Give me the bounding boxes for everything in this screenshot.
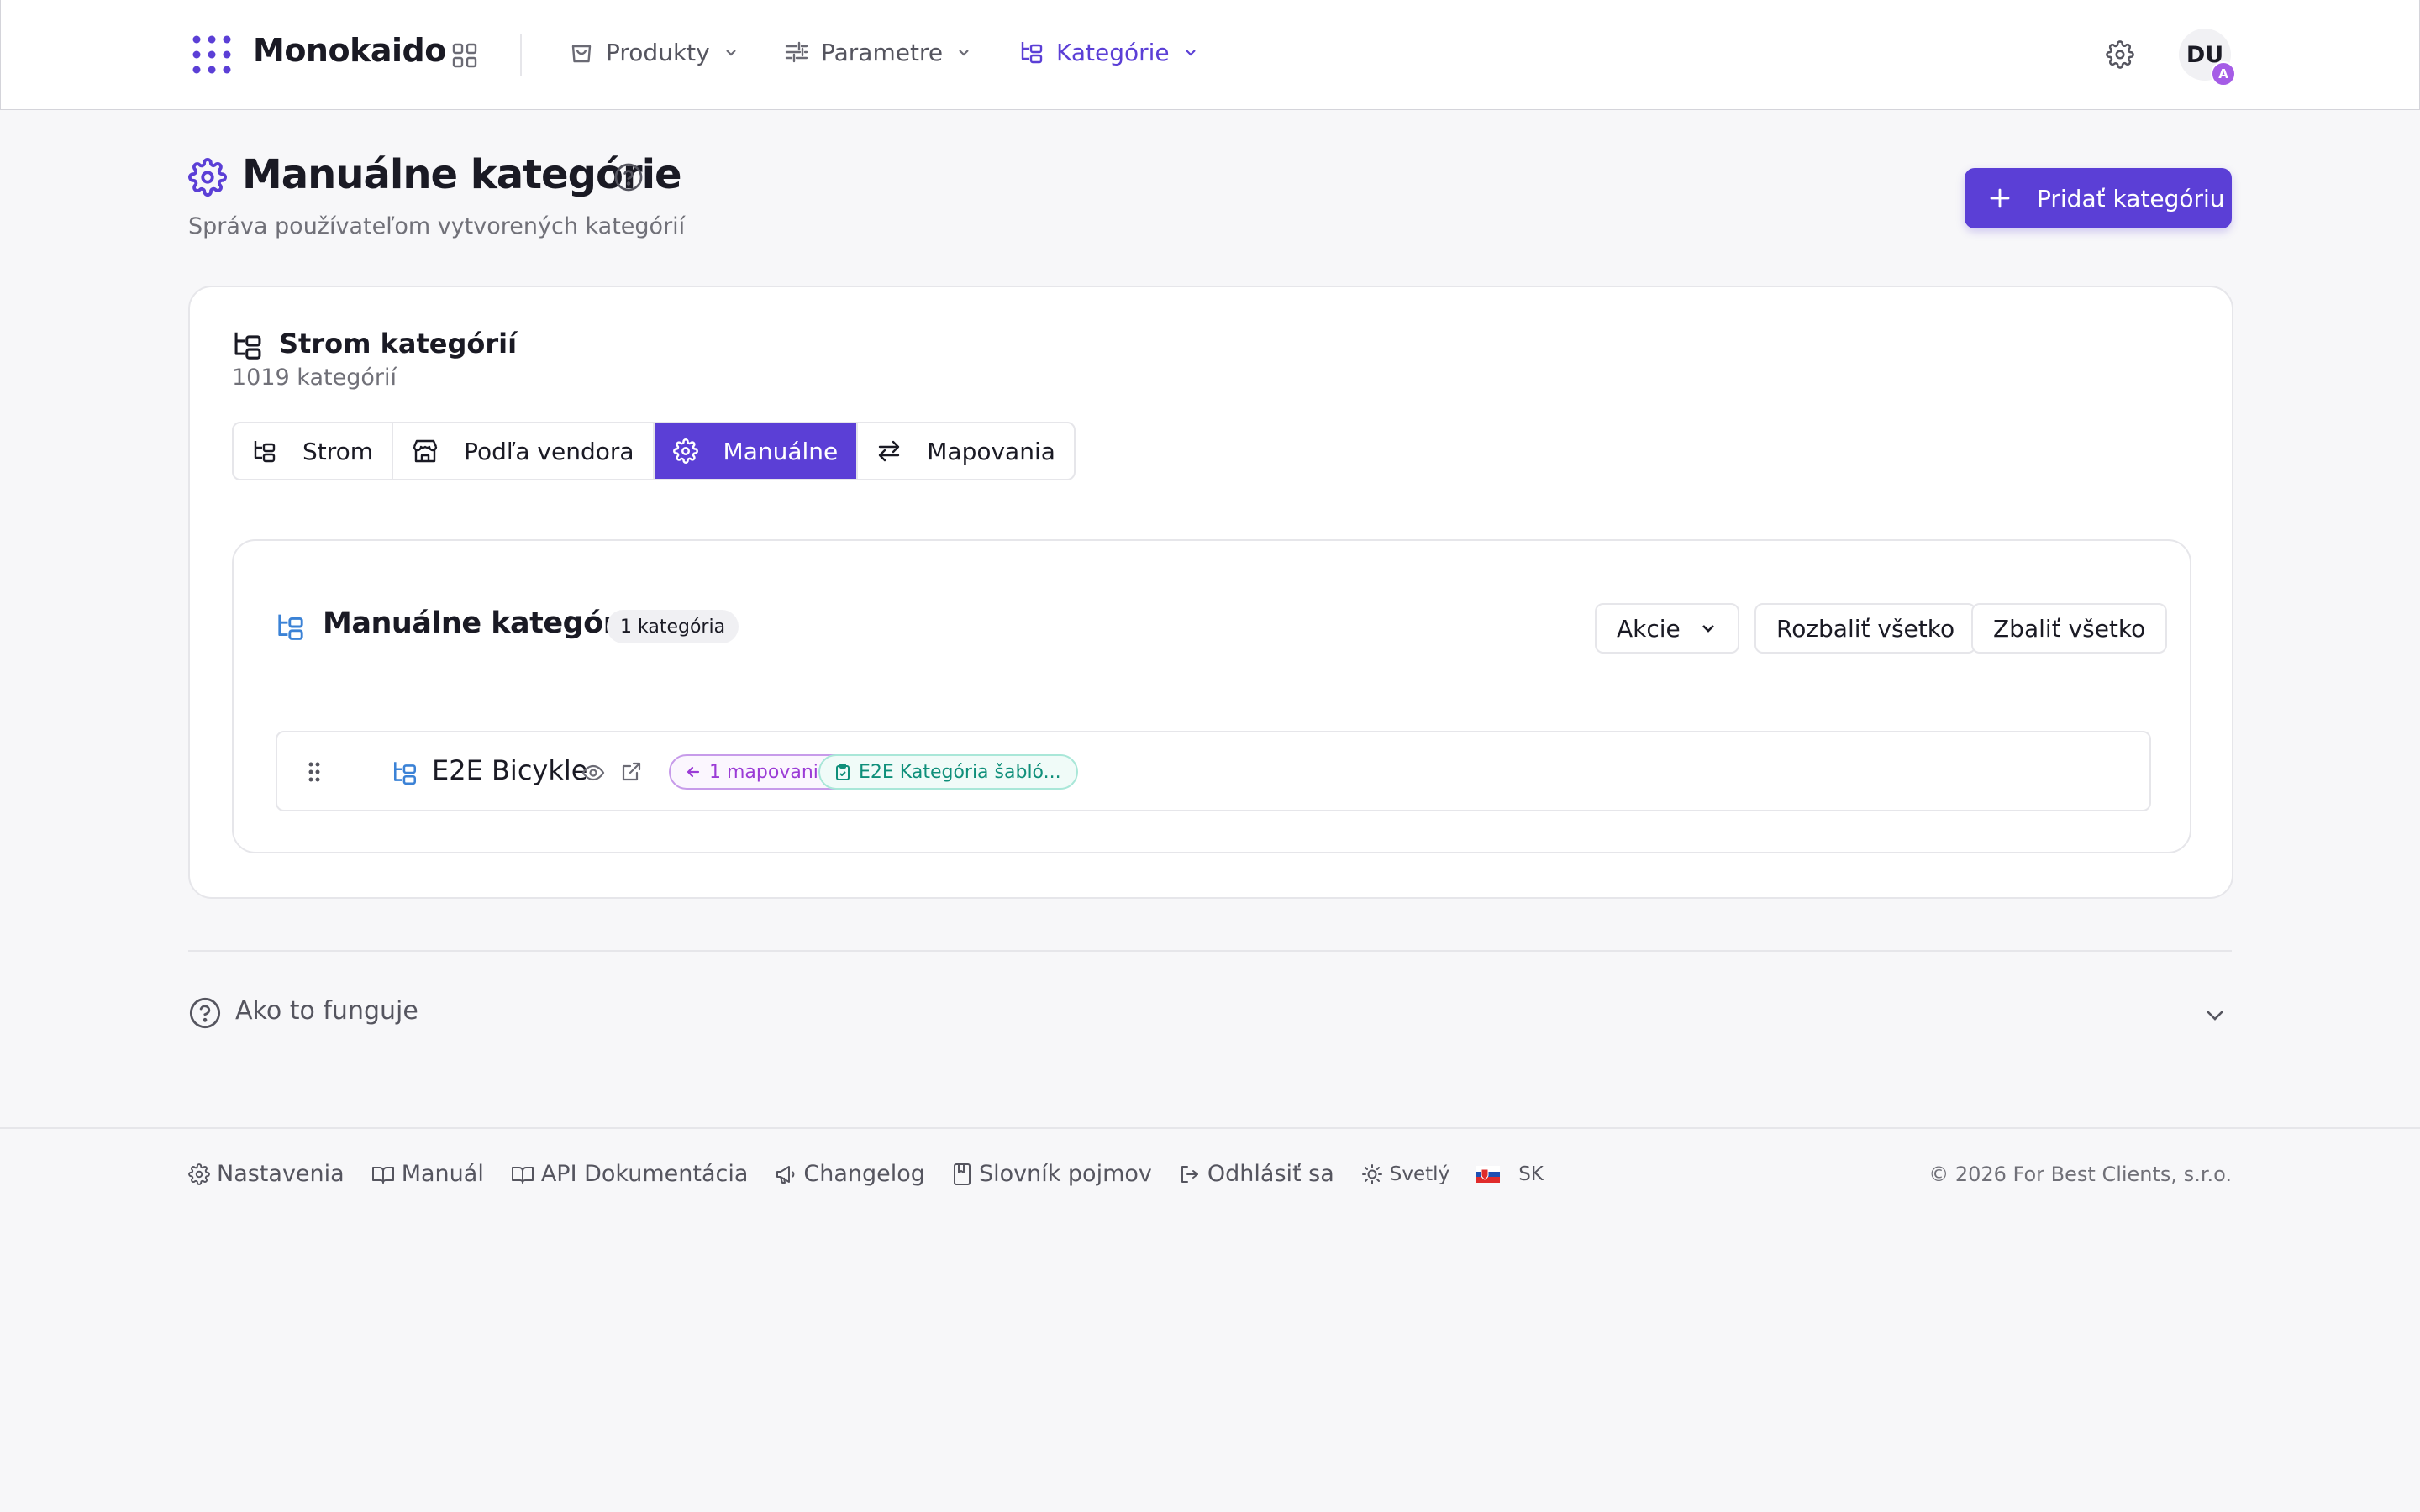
- footer-changelog-link[interactable]: Changelog: [775, 1161, 925, 1187]
- chevron-down-icon: [723, 45, 739, 60]
- tab-mapovania[interactable]: Mapovania: [858, 423, 1074, 479]
- tab-strom[interactable]: Strom: [234, 423, 394, 479]
- footer-link-label: API Dokumentácia: [540, 1161, 749, 1187]
- clipboard-check-icon: [836, 764, 850, 780]
- divider: [520, 34, 522, 76]
- collapse-all-button[interactable]: Zbaliť všetko: [1971, 603, 2168, 654]
- slovak-flag-icon: [1476, 1165, 1501, 1183]
- template-badge[interactable]: E2E Kategória šabló...: [818, 754, 1078, 790]
- language-switcher[interactable]: SK: [1476, 1163, 1544, 1185]
- manual-categories-panel: Manuálne kategórie 1 kategória Akcie Roz…: [232, 539, 2191, 853]
- store-icon: [412, 438, 439, 464]
- help-circle-icon[interactable]: [613, 162, 644, 192]
- brand-name[interactable]: Monokaido: [253, 32, 446, 69]
- footer-link-label: Odhlásiť sa: [1207, 1161, 1334, 1187]
- category-count: 1019 kategórií: [232, 365, 397, 391]
- divider: [188, 950, 2232, 952]
- view-tabs: Strom Podľa vendora Manuálne Mapovania: [232, 422, 1076, 480]
- category-tree-card: Strom kategórií 1019 kategórií Strom Pod…: [188, 286, 2233, 899]
- external-link-icon[interactable]: [620, 761, 642, 783]
- footer-api-docs-link[interactable]: API Dokumentácia: [511, 1161, 749, 1187]
- tab-label: Mapovania: [927, 437, 1055, 465]
- apps-grid-icon[interactable]: [451, 42, 478, 69]
- page-subtitle: Správa používateľom vytvorených kategóri…: [188, 213, 686, 239]
- category-tree-icon: [392, 759, 418, 786]
- collapse-all-label: Zbaliť všetko: [1993, 614, 2146, 643]
- gear-icon: [188, 158, 227, 197]
- gear-icon: [672, 438, 698, 464]
- category-name[interactable]: E2E Bicykle: [432, 754, 587, 786]
- open-book-icon: [511, 1166, 534, 1184]
- theme-toggle[interactable]: Svetlý: [1361, 1163, 1449, 1185]
- chevron-down-icon: [956, 45, 971, 60]
- category-tree-icon: [252, 438, 277, 464]
- footer-divider: [0, 1127, 2420, 1129]
- drag-handle-icon[interactable]: [308, 761, 321, 783]
- help-circle-icon[interactable]: [188, 996, 222, 1030]
- footer-link-label: Manuál: [401, 1161, 484, 1187]
- shopping-bag-icon: [569, 39, 594, 65]
- footer-link-label: Changelog: [803, 1161, 925, 1187]
- tab-podla-vendora[interactable]: Podľa vendora: [393, 423, 655, 479]
- sun-icon: [1361, 1163, 1382, 1184]
- footer-link-label: Slovník pojmov: [978, 1161, 1152, 1187]
- logo-dots-icon[interactable]: [192, 35, 231, 74]
- chevron-down-icon: [1699, 619, 1718, 638]
- tab-label: Strom: [302, 437, 374, 465]
- footer-link-label: Nastavenia: [217, 1161, 345, 1187]
- open-book-icon: [371, 1166, 394, 1184]
- bookmark-book-icon: [953, 1163, 971, 1185]
- arrow-left-icon: [687, 766, 700, 778]
- category-tree-icon: [1019, 39, 1044, 65]
- footer-glossary-link[interactable]: Slovník pojmov: [952, 1161, 1152, 1187]
- swap-arrows-icon: [876, 438, 902, 464]
- template-badge-label: E2E Kategória šabló...: [859, 761, 1061, 783]
- footer-logout-link[interactable]: Odhlásiť sa: [1179, 1161, 1334, 1187]
- add-category-label: Pridať kategóriu: [2037, 184, 2225, 213]
- how-it-works-toggle[interactable]: Ako to funguje: [235, 996, 418, 1026]
- nav-parametre[interactable]: Parametre: [784, 32, 971, 72]
- plus-icon: [1988, 186, 2012, 210]
- tab-manualne[interactable]: Manuálne: [654, 423, 859, 479]
- top-navigation-bar: Monokaido Produkty Parametre Kategórie D…: [0, 0, 2420, 110]
- category-row[interactable]: E2E Bicykle 1 mapovanie dnu E2E Kategóri…: [276, 731, 2151, 811]
- language-label: SK: [1518, 1163, 1544, 1185]
- footer-settings-link[interactable]: Nastavenia: [188, 1161, 345, 1187]
- copyright: © 2026 For Best Clients, s.r.o.: [1928, 1163, 2232, 1186]
- theme-label: Svetlý: [1389, 1163, 1450, 1185]
- category-tree-icon: [276, 612, 306, 642]
- megaphone-icon: [776, 1165, 795, 1184]
- actions-dropdown[interactable]: Akcie: [1595, 603, 1739, 654]
- gear-icon: [188, 1163, 210, 1185]
- avatar-role-badge: A: [2211, 61, 2236, 87]
- category-tree-icon: [232, 329, 264, 361]
- expand-all-label: Rozbaliť všetko: [1776, 614, 1955, 643]
- add-category-button[interactable]: Pridať kategóriu: [1965, 168, 2232, 228]
- actions-label: Akcie: [1617, 614, 1681, 643]
- panel-title: Manuálne kategórie: [323, 606, 647, 640]
- tab-label: Manuálne: [723, 437, 839, 465]
- footer-links: Nastavenia Manuál API Dokumentácia Chang…: [188, 1161, 1570, 1187]
- sliders-icon: [784, 39, 809, 65]
- logout-icon: [1181, 1165, 1198, 1183]
- category-count-badge: 1 kategória: [607, 610, 739, 643]
- chevron-down-icon[interactable]: [2202, 1001, 2228, 1028]
- nav-kategorie[interactable]: Kategórie: [1019, 32, 1198, 72]
- footer-manual-link[interactable]: Manuál: [371, 1161, 484, 1187]
- card-title: Strom kategórií: [279, 328, 518, 360]
- nav-label: Produkty: [606, 38, 710, 66]
- nav-label: Kategórie: [1056, 38, 1170, 66]
- chevron-down-icon: [1183, 45, 1198, 60]
- nav-produkty[interactable]: Produkty: [569, 32, 739, 72]
- expand-all-button[interactable]: Rozbaliť všetko: [1754, 603, 1977, 654]
- tab-label: Podľa vendora: [464, 437, 634, 465]
- eye-icon[interactable]: [581, 763, 605, 783]
- settings-gear-icon[interactable]: [2106, 40, 2134, 69]
- nav-label: Parametre: [821, 38, 944, 66]
